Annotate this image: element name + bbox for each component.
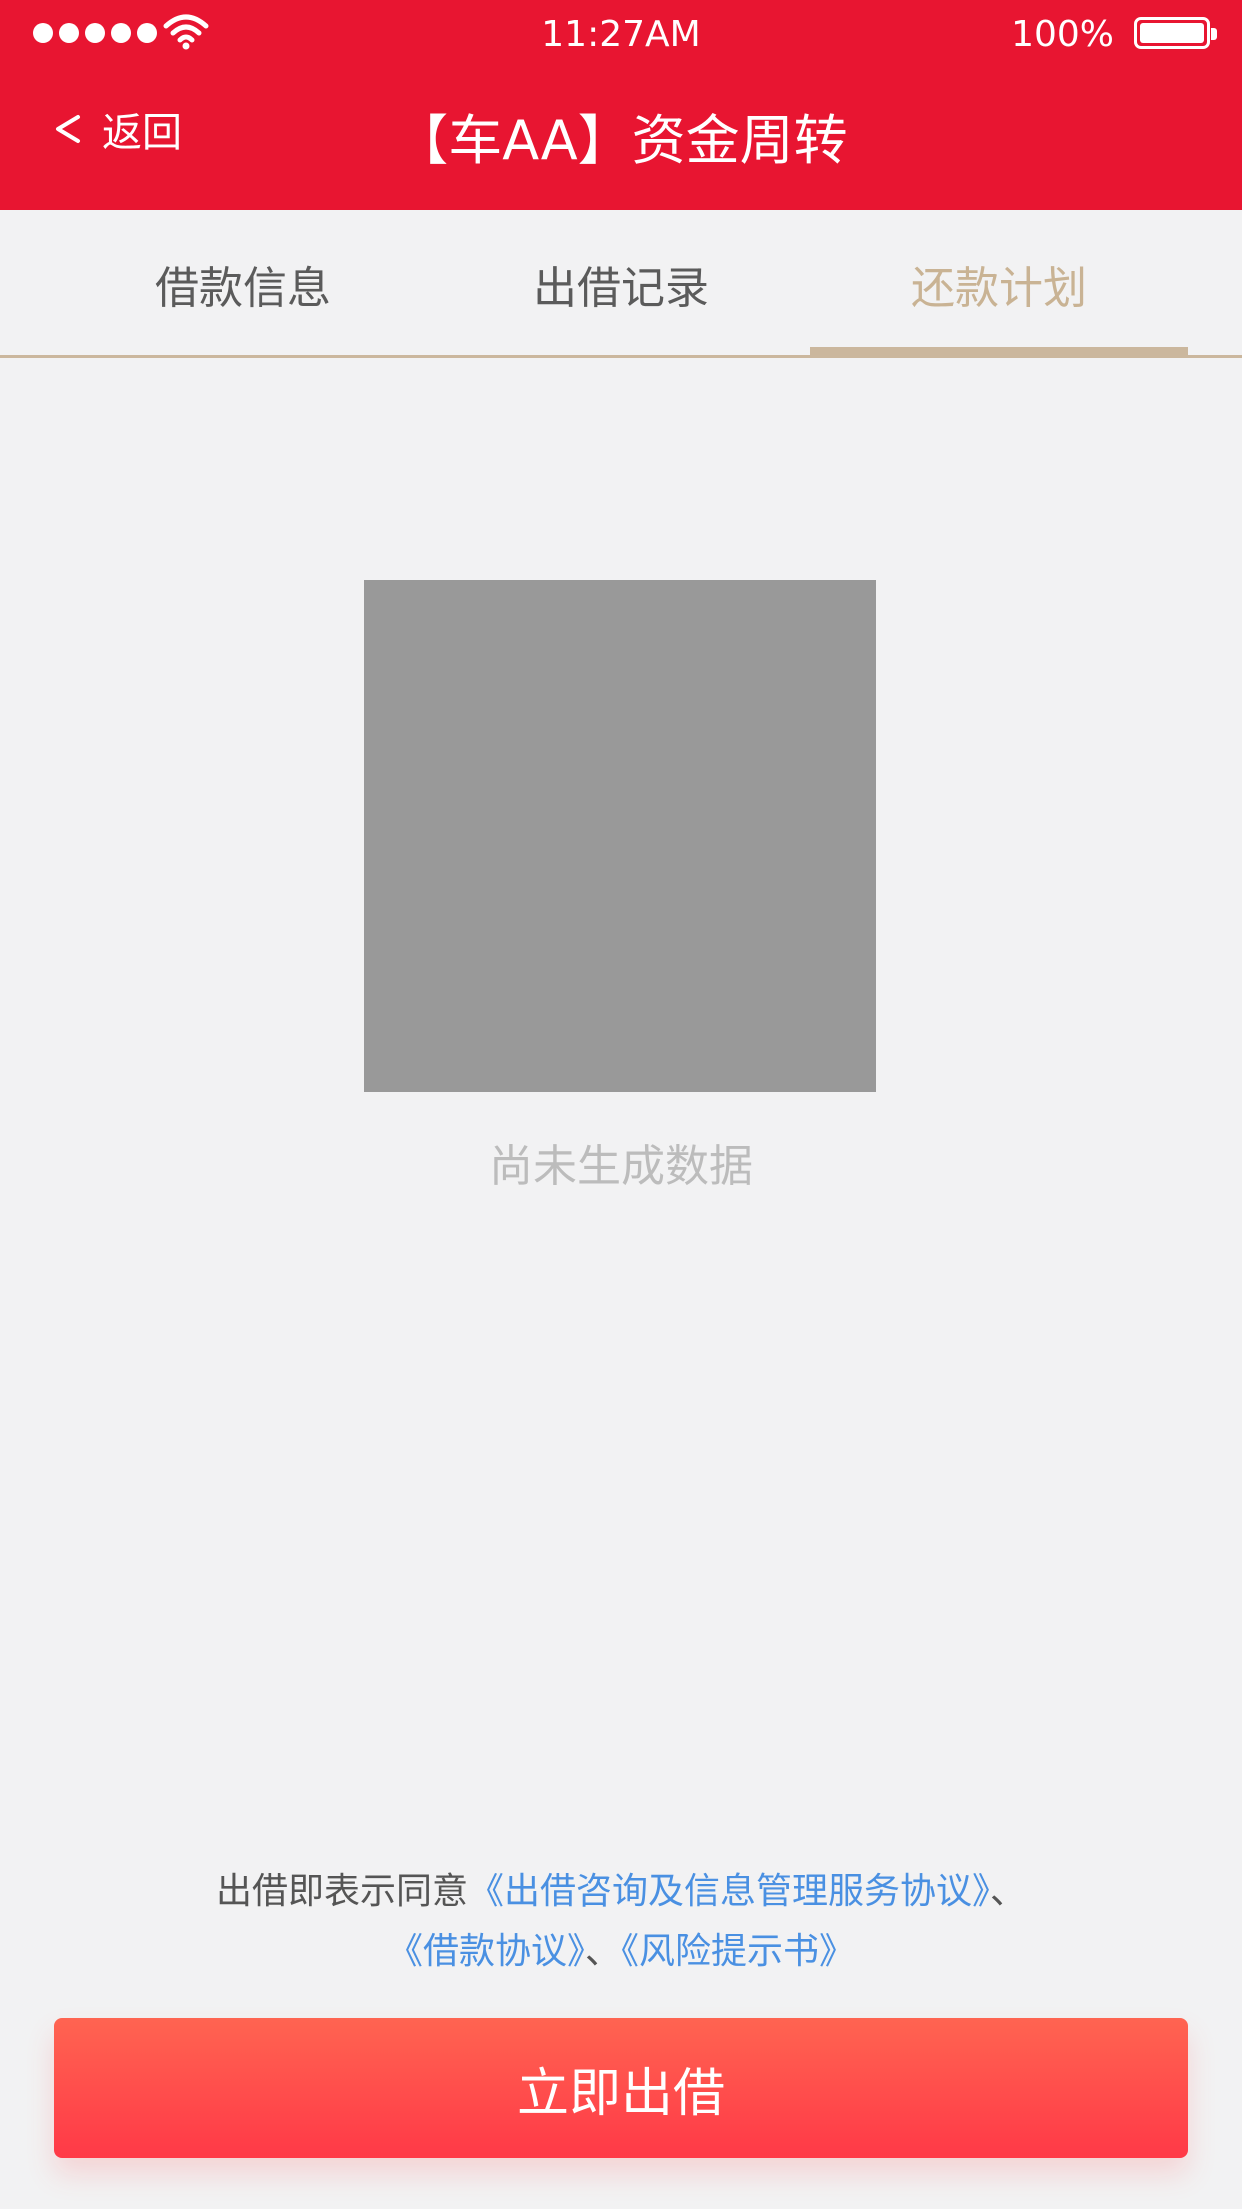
- empty-state-text: 尚未生成数据: [489, 1141, 753, 1192]
- battery-percentage: 100%: [1011, 14, 1114, 55]
- page-title: 【车AA】资金周转: [394, 109, 848, 172]
- agreement-prefix: 出借即表示同意: [215, 1871, 468, 1912]
- header-bar: 11:27AM 100% 返回 【车AA】资金周转: [0, 0, 1242, 210]
- battery-icon: [1134, 17, 1217, 49]
- tab-loan-info[interactable]: 借款信息: [54, 210, 432, 358]
- status-bar: 11:27AM 100%: [0, 0, 1242, 70]
- agreement-separator: 、: [990, 1871, 1027, 1912]
- invest-now-button[interactable]: 立即出借: [54, 2018, 1188, 2158]
- tab-lending-records[interactable]: 出借记录: [432, 210, 810, 358]
- loan-agreement-link[interactable]: 《借款协议》: [387, 1931, 585, 1972]
- tab-repayment-plan[interactable]: 还款计划: [810, 210, 1188, 358]
- agreement-separator: 、: [584, 1931, 621, 1972]
- risk-notice-link[interactable]: 《风险提示书》: [621, 1931, 855, 1972]
- agreement-notice: 出借即表示同意《出借咨询及信息管理服务协议》、 《借款协议》、《风险提示书》: [0, 1862, 1242, 1982]
- empty-state-image: [364, 580, 876, 1092]
- service-agreement-link[interactable]: 《出借咨询及信息管理服务协议》: [468, 1871, 990, 1912]
- tab-bar: 借款信息 出借记录 还款计划: [0, 210, 1242, 358]
